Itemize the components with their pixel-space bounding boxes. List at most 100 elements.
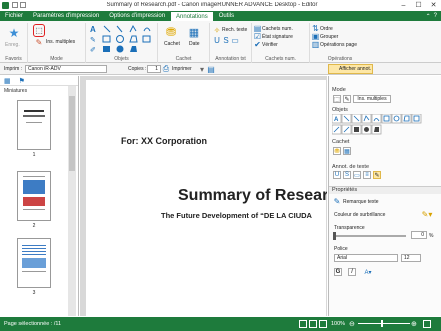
printer-icon[interactable]: ⎙ <box>162 64 170 73</box>
italic-icon[interactable]: I <box>348 268 356 276</box>
zoom-slider[interactable] <box>358 323 410 324</box>
star-icon[interactable]: ★ <box>7 26 21 40</box>
ordre-button[interactable]: Ordre <box>320 26 333 32</box>
thumbnails-view-icon[interactable]: ▦ <box>4 77 11 85</box>
doc-subtitle: The Future Development of “DE LA CIUDA <box>161 211 312 220</box>
pane-pen-icon[interactable]: ✎ <box>343 95 351 103</box>
transparence-unit: % <box>429 233 434 239</box>
etat-signature-button[interactable]: État signature <box>262 34 293 40</box>
group-cachet: ⛃ Cachet ▦ Date Cachet <box>158 23 210 63</box>
ins-multiples-button[interactable]: Ins. multiples <box>46 39 75 45</box>
thumbnail-toolbar: ▦ ⚑ <box>0 76 78 86</box>
tab-outils[interactable]: Outils <box>214 11 239 21</box>
tab-fichier[interactable]: Fichier <box>0 11 28 21</box>
tab-options-impression[interactable]: Options d'impression <box>104 11 170 21</box>
zoom-in-icon[interactable]: ⊕ <box>411 320 417 328</box>
font-size-select[interactable]: 12 <box>401 254 421 262</box>
enregistrer-button[interactable]: Enreg. <box>5 42 20 48</box>
group-label-annotation-txt: Annotation txt <box>215 56 246 62</box>
svg-text:A: A <box>90 25 96 34</box>
remarque-icon: ✎ <box>333 196 341 206</box>
pane-stamp-icon[interactable]: ⛃ <box>333 147 341 155</box>
select-object-icon[interactable]: ⬚ <box>34 25 44 35</box>
font-color-icon[interactable]: A▾ <box>362 268 374 276</box>
minimize-button[interactable]: – <box>396 0 411 10</box>
tab-annotations[interactable]: Annotations <box>170 11 214 21</box>
imprimer-button[interactable]: Imprimer <box>172 66 192 72</box>
pane-select-icon[interactable]: ⬚ <box>333 95 341 103</box>
pane-highlight-icon[interactable]: ▭ <box>353 171 361 179</box>
strikethrough-icon[interactable]: S <box>222 36 230 45</box>
transparence-slider-thumb[interactable] <box>333 232 336 240</box>
transparence-slider[interactable] <box>334 235 406 237</box>
bold-icon[interactable]: G <box>334 268 342 276</box>
tab-parametres-impression[interactable]: Paramètres d'impression <box>28 11 104 21</box>
zoom-slider-thumb[interactable] <box>381 320 383 327</box>
cachets-num-button[interactable]: Cachets num. <box>262 26 293 32</box>
pane-ins-multiples-button[interactable]: Ins. multiples <box>353 95 391 103</box>
status-bar: Page sélectionnée : /11 100% ⊖ ⊕ <box>0 317 441 331</box>
verifier-button[interactable]: Vérifier <box>262 42 278 48</box>
document-page[interactable]: For: XX Corporation Summary of Researc T… <box>86 80 327 316</box>
ribbon-collapse-icon[interactable]: ⌃ <box>426 13 431 20</box>
single-page-view-icon[interactable] <box>299 320 307 328</box>
digital-stamp-icon: ▤ <box>253 24 262 33</box>
fit-page-icon[interactable] <box>423 320 431 328</box>
pane-strike-icon[interactable]: S <box>343 171 351 179</box>
title-bar: Summary of Research.pdf - Canon imageRUN… <box>0 0 441 10</box>
quick-access-undo-icon[interactable] <box>20 2 26 8</box>
highlight-icon[interactable]: ▭ <box>231 36 239 45</box>
thumbnail-number-3: 3 <box>32 290 36 296</box>
dropdown-arrow-icon[interactable]: ▾ <box>198 65 206 74</box>
close-button[interactable]: ✕ <box>426 0 441 10</box>
bookmarks-icon[interactable]: ⚑ <box>19 77 25 85</box>
printer-select[interactable]: Canon iR-ADV <box>25 65 107 73</box>
pane-replace-icon[interactable]: ≡ <box>363 171 371 179</box>
mode-title: Mode <box>332 87 346 93</box>
transparence-input[interactable]: 0 <box>411 231 427 239</box>
app-icon <box>2 1 9 9</box>
continuous-view-icon[interactable] <box>309 320 317 328</box>
thumbnail-page-1[interactable] <box>17 100 51 150</box>
order-icon: ⇅ <box>312 24 319 33</box>
objets-icons[interactable]: A ✎ ✐ <box>86 23 158 55</box>
pane-date-stamp-icon[interactable]: ▦ <box>343 147 351 155</box>
search-text-icon[interactable]: ✧ <box>213 26 221 35</box>
operations-page-button[interactable]: Opérations page <box>320 42 357 48</box>
group-label-favoris: Favoris <box>5 56 22 62</box>
pane-highlighter-icon[interactable]: ✎ <box>373 171 381 179</box>
help-icon[interactable]: ? <box>434 13 437 19</box>
group-objets: A ✎ ✐ Objets <box>86 23 158 63</box>
cachet-button[interactable]: Cachet <box>164 41 180 47</box>
view-icon[interactable]: ▤ <box>207 65 215 74</box>
imprim-label: Imprim : <box>4 66 23 72</box>
group-icon: ▣ <box>311 32 320 41</box>
font-select[interactable]: Arial <box>334 254 398 262</box>
thumbnails-pane: ▦ ⚑ Miniatures 1 2 3 <box>0 76 79 316</box>
rech-texte-button[interactable]: Rech. texte <box>222 27 247 33</box>
color-picker-icon[interactable]: ✎▾ <box>421 210 433 219</box>
group-label-operations: Opérations <box>327 56 353 62</box>
copies-input[interactable]: 1 <box>147 65 161 73</box>
date-button[interactable]: Date <box>189 41 200 47</box>
pane-underline-icon[interactable]: U <box>333 171 341 179</box>
pane-objets-icons[interactable]: A <box>332 114 441 136</box>
date-stamp-icon[interactable]: ▦ <box>187 25 201 39</box>
remarque-texte-button[interactable]: Remarque texte <box>343 199 379 205</box>
thumbnail-page-2[interactable] <box>17 171 51 221</box>
quick-access-save-icon[interactable] <box>12 2 18 8</box>
grouper-button[interactable]: Grouper <box>320 34 338 40</box>
police-label: Police <box>334 246 348 252</box>
two-page-view-icon[interactable] <box>319 320 327 328</box>
thumbnail-page-3[interactable] <box>17 238 51 288</box>
view-mode-icons[interactable] <box>299 320 327 328</box>
group-mode: ⬚ ✎ Ins. multiples Mode <box>28 23 86 63</box>
pen-icon[interactable]: ✎ <box>34 38 44 47</box>
thumbnail-number-2: 2 <box>32 223 36 229</box>
underline-icon[interactable]: U <box>213 36 221 45</box>
stamp-icon[interactable]: ⛃ <box>164 25 178 39</box>
thumbnail-scrollbar[interactable] <box>68 86 76 316</box>
zoom-out-icon[interactable]: ⊖ <box>349 320 355 328</box>
zoom-level: 100% <box>331 321 346 327</box>
maximize-button[interactable]: ☐ <box>411 0 426 10</box>
